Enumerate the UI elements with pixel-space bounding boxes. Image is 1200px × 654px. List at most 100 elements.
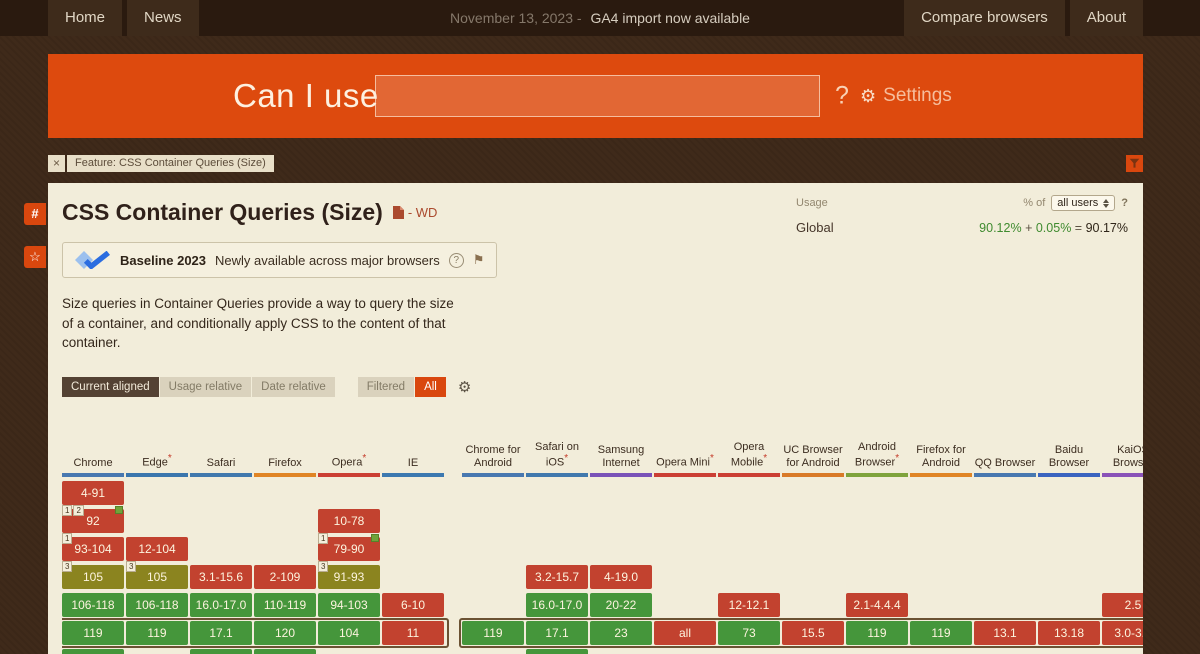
support-cell[interactable]: 119 [910,621,972,645]
support-cell[interactable]: 12-12.1 [718,593,780,617]
version-range: 79-90 [334,542,365,556]
note-number: 1 [62,505,72,516]
support-cell[interactable]: 16.0-17.0 [190,593,252,617]
support-cell[interactable]: 10-78 [318,509,380,533]
version-range: 16.0-17.0 [532,598,583,612]
support-cell[interactable]: 3.2-15.7 [526,565,588,589]
support-cell[interactable]: 91-933 [318,565,380,589]
anchor-link-button[interactable]: # [24,203,46,225]
support-cell[interactable]: 79-901 [318,537,380,561]
support-cell[interactable]: 20-22 [590,593,652,617]
support-cell[interactable]: 16.0-17.0 [526,593,588,617]
browser-header: Safari [190,421,252,477]
support-cell[interactable]: 12-104 [126,537,188,561]
cell-slot: 93-1041 [62,533,124,561]
support-cell[interactable]: 13.18 [1038,621,1100,645]
cell-slot [1038,505,1100,533]
support-cell[interactable]: all [654,621,716,645]
usage-region: Global [796,220,834,235]
support-cell[interactable]: 110-119 [254,593,316,617]
search-box [375,75,820,117]
support-cell[interactable]: 13.1 [974,621,1036,645]
support-cell[interactable]: 9212 [62,509,124,533]
table-settings-gear-icon[interactable]: ⚙ [458,378,471,396]
support-cell[interactable]: 93-1041 [62,537,124,561]
support-cell[interactable]: 17.1 [526,621,588,645]
nav-home-button[interactable]: Home [48,0,122,36]
support-cell[interactable]: 23 [590,621,652,645]
support-cell[interactable]: 73 [718,621,780,645]
support-cell[interactable]: 17.2 [526,649,588,654]
support-cell[interactable]: 17.2-TP [190,649,252,654]
usage-help-link[interactable]: ? [1121,197,1128,209]
nav-compare-browsers-button[interactable]: Compare browsers [904,0,1065,36]
search-help-link[interactable]: ? [835,82,849,111]
all-button[interactable]: All [415,377,446,397]
support-cell[interactable]: 119 [462,621,524,645]
settings-button[interactable]: ⚙ Settings [860,85,952,107]
usage-relative-button[interactable]: Usage relative [160,377,252,397]
version-range: 106-118 [71,598,114,612]
support-cell[interactable]: 120 [254,621,316,645]
cell-slot [126,477,188,505]
support-cell[interactable]: 3.1-15.6 [190,565,252,589]
support-cell[interactable]: 120-122 [62,649,124,654]
support-cell[interactable]: 1053 [62,565,124,589]
close-icon[interactable]: × [48,155,65,172]
current-aligned-button[interactable]: Current aligned [62,377,159,397]
support-cell[interactable]: 11 [382,621,444,645]
cell-slot [526,505,588,533]
support-cell[interactable]: 4-19.0 [590,565,652,589]
cell-slot [654,589,716,617]
cell-slot: 16.0-17.0 [526,589,588,617]
support-cell[interactable]: 119 [846,621,908,645]
date-relative-button[interactable]: Date relative [252,377,335,397]
support-cell[interactable]: 121-123 [254,649,316,654]
support-cell[interactable]: 119 [62,621,124,645]
cell-slot: 12-12.1 [718,589,780,617]
note-number: 3 [126,561,136,572]
cell-slot [782,645,844,654]
filtered-button[interactable]: Filtered [358,377,414,397]
support-cell[interactable]: 2-109 [254,565,316,589]
filter-button[interactable] [1126,155,1143,172]
support-cell[interactable]: 106-118 [62,593,124,617]
support-cell[interactable]: 6-10 [382,593,444,617]
support-cell[interactable]: 1053 [126,565,188,589]
announcement-link[interactable]: GA4 import now available [590,10,750,26]
users-select[interactable]: all users [1051,195,1115,211]
baseline-help-icon[interactable]: ? [449,253,464,268]
nav-about-button[interactable]: About [1070,0,1143,36]
feedback-flag-icon[interactable]: ⚑ [473,252,485,268]
browser-name: Chrome for Android [462,444,524,470]
search-input-primary[interactable] [376,76,628,116]
usage-percentages: 90.12% + 0.05% = 90.17% [979,221,1128,235]
nav-news-button[interactable]: News [127,0,199,36]
support-cell[interactable]: 119 [126,621,188,645]
browser-name: KaiOS Browser [1102,444,1143,470]
browser-column-safari-on-ios: Safari on iOS*3.2-15.716.0-17.017.117.2 [526,421,588,654]
cell-slot: 10-78 [318,505,380,533]
support-cell[interactable]: 15.5 [782,621,844,645]
support-cell[interactable]: 2.1-4.4.4 [846,593,908,617]
support-cell[interactable]: 2.5 [1102,593,1143,617]
support-cell[interactable]: 106-118 [126,593,188,617]
support-cell[interactable]: 4-91 [62,481,124,505]
browser-name: Safari [190,457,252,470]
support-cell[interactable]: 104 [318,621,380,645]
cell-slot [382,533,444,561]
favorite-star-button[interactable]: ☆ [24,246,46,268]
spec-status-link[interactable]: - WD [393,205,438,220]
cell-slot [590,645,652,654]
support-cell[interactable]: 17.1 [190,621,252,645]
browser-header: Android Browser* [846,421,908,477]
support-cell[interactable]: 94-103 [318,593,380,617]
browser-header: Chrome for Android [462,421,524,477]
full-support-percent: 90.12% [979,221,1021,235]
support-cell[interactable]: 3.0-3.1 [1102,621,1143,645]
cell-slot [654,505,716,533]
cell-slot: 2.1-4.4.4 [846,589,908,617]
version-range: 3.1-15.6 [199,570,243,584]
spec-document-icon [393,206,404,219]
browser-header: KaiOS Browser [1102,421,1143,477]
